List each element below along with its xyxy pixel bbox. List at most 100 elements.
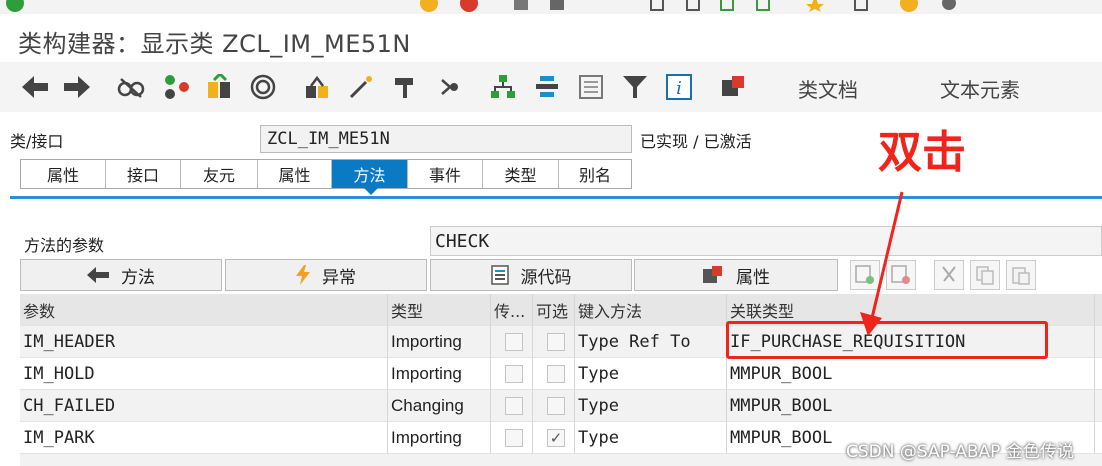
cut-button[interactable] [934, 260, 964, 290]
tab-events[interactable]: 事件 [408, 160, 483, 188]
optional-checkbox[interactable] [547, 333, 565, 351]
attributes-button[interactable]: 属性 [634, 259, 838, 291]
source-code-button[interactable]: 源代码 [430, 259, 632, 291]
optional-checkbox[interactable]: ✓ [547, 429, 565, 447]
stack-icon[interactable] [532, 72, 562, 102]
exceptions-button-label: 异常 [322, 267, 356, 288]
assoc-type-cell[interactable]: MMPUR_BOOL [727, 358, 1095, 390]
pass-value-checkbox[interactable] [505, 429, 523, 447]
optional-cell [533, 326, 575, 358]
confirm-icon[interactable] [6, 0, 24, 12]
pass-value-cell [491, 422, 533, 454]
object-list-icon[interactable] [204, 72, 234, 102]
navigate-icon[interactable] [436, 72, 466, 102]
info-icon[interactable]: i [664, 72, 694, 102]
hammer-icon[interactable] [390, 72, 420, 102]
typing-cell[interactable]: Type [575, 390, 727, 422]
tab-friends[interactable]: 友元 [181, 160, 258, 188]
class-interface-field[interactable]: ZCL_IM_ME51N [260, 125, 632, 153]
tab-types[interactable]: 类型 [483, 160, 559, 188]
org-chart-icon[interactable] [488, 72, 518, 102]
method-button[interactable]: 方法 [20, 259, 222, 291]
print-icon[interactable] [512, 0, 530, 12]
document-icon[interactable] [576, 72, 606, 102]
star-icon[interactable] [806, 0, 824, 12]
glasses-icon[interactable] [116, 72, 146, 102]
param-kind-cell[interactable]: Changing [388, 390, 491, 422]
copy-button[interactable] [970, 260, 1000, 290]
pass-value-cell [491, 326, 533, 358]
page-next-icon[interactable] [718, 0, 736, 12]
watermark: CSDN @SAP-ABAP 金色传说 [846, 442, 1074, 462]
typing-cell[interactable]: Type [575, 422, 727, 454]
method-name-field[interactable]: CHECK [430, 226, 1102, 256]
tab-interfaces[interactable]: 接口 [106, 160, 181, 188]
tab-attributes[interactable]: 属性 [21, 160, 106, 188]
tab-methods[interactable]: 方法 [332, 160, 408, 188]
pass-value-cell [491, 358, 533, 390]
magic-wand-icon[interactable] [346, 72, 376, 102]
header-pass-value[interactable]: 传... [491, 294, 533, 326]
status-icon[interactable] [420, 0, 438, 12]
header-typing-method[interactable]: 键入方法 [575, 294, 727, 326]
page-first-icon[interactable] [648, 0, 666, 12]
app-toolbar: i 类文档 文本元素 [0, 62, 1102, 112]
copy-icon [976, 266, 994, 285]
assoc-type-cell[interactable]: MMPUR_BOOL [727, 390, 1095, 422]
param-name-cell[interactable]: IM_PARK [20, 422, 388, 454]
cancel-icon[interactable] [460, 0, 478, 12]
param-name-cell[interactable]: IM_HEADER [20, 326, 388, 358]
param-name-cell[interactable]: IM_HOLD [20, 358, 388, 390]
header-parameter[interactable]: 参数 [20, 294, 388, 326]
header-type[interactable]: 类型 [388, 294, 491, 326]
activate-icon[interactable] [162, 72, 192, 102]
param-kind-cell[interactable]: Importing [388, 422, 491, 454]
attributes-button-label: 属性 [736, 267, 770, 288]
settings-icon[interactable] [718, 72, 748, 102]
paste-icon [1012, 267, 1030, 285]
table-row[interactable]: CH_FAILED Changing Type MMPUR_BOOL [20, 390, 1102, 422]
optional-checkbox[interactable] [547, 397, 565, 415]
scissors-icon [942, 266, 956, 282]
tab-aliases[interactable]: 别名 [559, 160, 631, 188]
pass-value-checkbox[interactable] [505, 365, 523, 383]
page-title: 类构建器：显示类 ZCL_IM_ME51N [18, 30, 411, 58]
forward-arrow-icon[interactable] [62, 72, 92, 102]
source-code-icon [490, 265, 509, 285]
header-optional[interactable]: 可选 [533, 294, 575, 326]
class-documentation-button[interactable]: 类文档 [798, 74, 858, 103]
tab-strip: 属性 接口 友元 属性 方法 事件 类型 别名 [20, 159, 632, 189]
find-icon[interactable] [548, 0, 566, 12]
back-arrow-icon[interactable] [20, 72, 50, 102]
class-status-text: 已实现 / 已激活 [640, 132, 752, 151]
new-window-icon[interactable] [852, 0, 870, 12]
active-tab-pointer [364, 188, 378, 195]
optional-cell [533, 390, 575, 422]
source-code-button-label: 源代码 [520, 267, 572, 288]
param-kind-cell[interactable]: Importing [388, 326, 491, 358]
pass-value-cell [491, 390, 533, 422]
param-kind-cell[interactable]: Importing [388, 358, 491, 390]
page-last-icon[interactable] [754, 0, 772, 12]
top-icon-strip [0, 0, 1102, 14]
annotation-arrow [860, 191, 904, 336]
where-used-icon[interactable] [248, 72, 278, 102]
typing-cell[interactable]: Type [575, 358, 727, 390]
exceptions-button[interactable]: 异常 [225, 259, 427, 291]
text-elements-button[interactable]: 文本元素 [940, 74, 1020, 103]
class-interface-label: 类/接口 [10, 132, 64, 151]
layout-icon[interactable] [940, 0, 958, 12]
table-row[interactable]: IM_HOLD Importing Type MMPUR_BOOL [20, 358, 1102, 390]
help-icon[interactable] [900, 0, 918, 12]
optional-checkbox[interactable] [547, 365, 565, 383]
page-prev-icon[interactable] [684, 0, 702, 12]
tab-properties[interactable]: 属性 [258, 160, 332, 188]
hierarchy-icon[interactable] [302, 72, 332, 102]
paste-button[interactable] [1006, 260, 1036, 290]
typing-cell[interactable]: Type Ref To [575, 326, 727, 358]
filter-icon[interactable] [620, 72, 650, 102]
lightning-icon [296, 265, 310, 285]
pass-value-checkbox[interactable] [505, 333, 523, 351]
pass-value-checkbox[interactable] [505, 397, 523, 415]
param-name-cell[interactable]: CH_FAILED [20, 390, 388, 422]
